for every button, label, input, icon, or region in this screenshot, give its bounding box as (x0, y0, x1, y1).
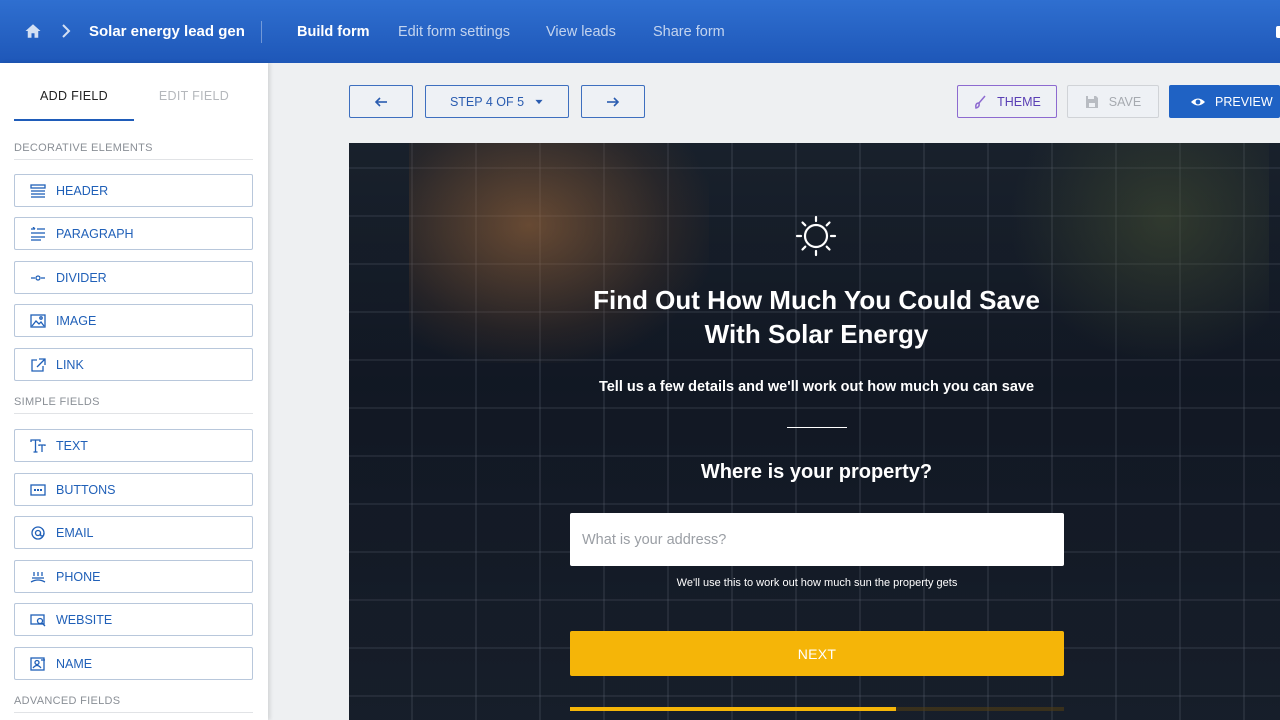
tab-add-field[interactable]: ADD FIELD (14, 89, 134, 103)
field-label: TEXT (56, 438, 88, 453)
email-icon (29, 525, 47, 541)
sun-icon (795, 215, 837, 257)
next-step-button[interactable] (581, 85, 645, 118)
name-icon (29, 656, 47, 672)
tab-edit-field[interactable]: EDIT FIELD (134, 89, 254, 103)
field-sidebar: ADD FIELD EDIT FIELD DECORATIVE ELEMENTS… (0, 63, 268, 720)
save-label: SAVE (1108, 94, 1142, 109)
save-icon (1085, 95, 1098, 108)
step-selector[interactable]: STEP 4 OF 5 (425, 85, 569, 118)
form-divider (787, 427, 847, 428)
add-image-button[interactable]: IMAGE (14, 304, 253, 337)
field-label: NAME (56, 656, 93, 671)
tab-build-form[interactable]: Build form (297, 24, 370, 40)
form-name[interactable]: Solar energy lead gen (89, 23, 245, 40)
arrow-right-icon (607, 96, 620, 107)
field-label: IMAGE (56, 313, 97, 328)
tab-view-leads[interactable]: View leads (546, 24, 616, 40)
add-divider-button[interactable]: DIVIDER (14, 261, 253, 294)
field-label: PARAGRAPH (56, 226, 134, 241)
progress-bar (570, 707, 1064, 711)
header-icon (29, 183, 47, 199)
progress-bar-fill (570, 707, 897, 711)
add-email-button[interactable]: EMAIL (14, 516, 253, 549)
preview-button[interactable]: PREVIEW (1169, 85, 1280, 118)
form-preview-canvas: Find Out How Much You Could Save With So… (349, 143, 1280, 720)
add-paragraph-button[interactable]: PARAGRAPH (14, 217, 253, 250)
top-bar: Solar energy lead gen Build form Edit fo… (0, 0, 1280, 63)
account-icon[interactable] (1276, 26, 1280, 38)
add-name-button[interactable]: NAME (14, 647, 253, 680)
save-button[interactable]: SAVE (1067, 85, 1159, 118)
active-tab-indicator (14, 119, 134, 121)
buttons-icon (29, 482, 47, 498)
form-title: Find Out How Much You Could Save With So… (569, 283, 1064, 351)
add-buttons-button[interactable]: BUTTONS (14, 473, 253, 506)
phone-icon (29, 569, 47, 585)
eye-icon (1191, 98, 1205, 105)
tab-share-form[interactable]: Share form (653, 24, 725, 40)
form-title-line2: With Solar Energy (704, 319, 929, 349)
previous-step-button[interactable] (349, 85, 413, 118)
home-icon[interactable] (24, 22, 42, 40)
form-title-line1: Find Out How Much You Could Save (593, 285, 1040, 315)
tab-edit-form-settings[interactable]: Edit form settings (398, 24, 510, 40)
add-header-button[interactable]: HEADER (14, 174, 253, 207)
add-text-button[interactable]: TEXT (14, 429, 253, 462)
next-button[interactable]: NEXT (570, 631, 1064, 676)
header-separator (261, 21, 262, 43)
add-website-button[interactable]: WEBSITE (14, 603, 253, 636)
field-label: WEBSITE (56, 612, 113, 627)
add-link-button[interactable]: LINK (14, 348, 253, 381)
preview-label: PREVIEW (1215, 94, 1273, 109)
paragraph-icon (29, 226, 47, 242)
paintbrush-icon (975, 95, 986, 109)
field-label: EMAIL (56, 525, 94, 540)
section-label-decorative: DECORATIVE ELEMENTS (14, 142, 253, 160)
step-label: STEP 4 OF 5 (449, 94, 525, 109)
question-heading: Where is your property? (700, 461, 933, 483)
divider-icon (29, 270, 47, 286)
arrow-left-icon (374, 96, 387, 107)
theme-button[interactable]: THEME (957, 85, 1057, 118)
section-label-advanced: ADVANCED FIELDS (14, 695, 253, 713)
theme-label: THEME (997, 94, 1041, 109)
chevron-right-icon (62, 24, 71, 38)
section-label-simple: SIMPLE FIELDS (14, 396, 253, 414)
field-label: BUTTONS (56, 482, 116, 497)
address-input[interactable] (570, 513, 1064, 566)
address-helper-text: We'll use this to work out how much sun … (676, 577, 958, 589)
link-icon (29, 357, 47, 373)
image-icon (29, 313, 47, 329)
add-phone-button[interactable]: PHONE (14, 560, 253, 593)
field-label: LINK (56, 357, 84, 372)
website-icon (29, 612, 47, 628)
text-icon (29, 438, 47, 454)
form-subtitle: Tell us a few details and we'll work out… (598, 379, 1035, 395)
field-label: PHONE (56, 569, 101, 584)
field-label: DIVIDER (56, 270, 107, 285)
field-label: HEADER (56, 183, 109, 198)
caret-down-icon (535, 99, 543, 104)
